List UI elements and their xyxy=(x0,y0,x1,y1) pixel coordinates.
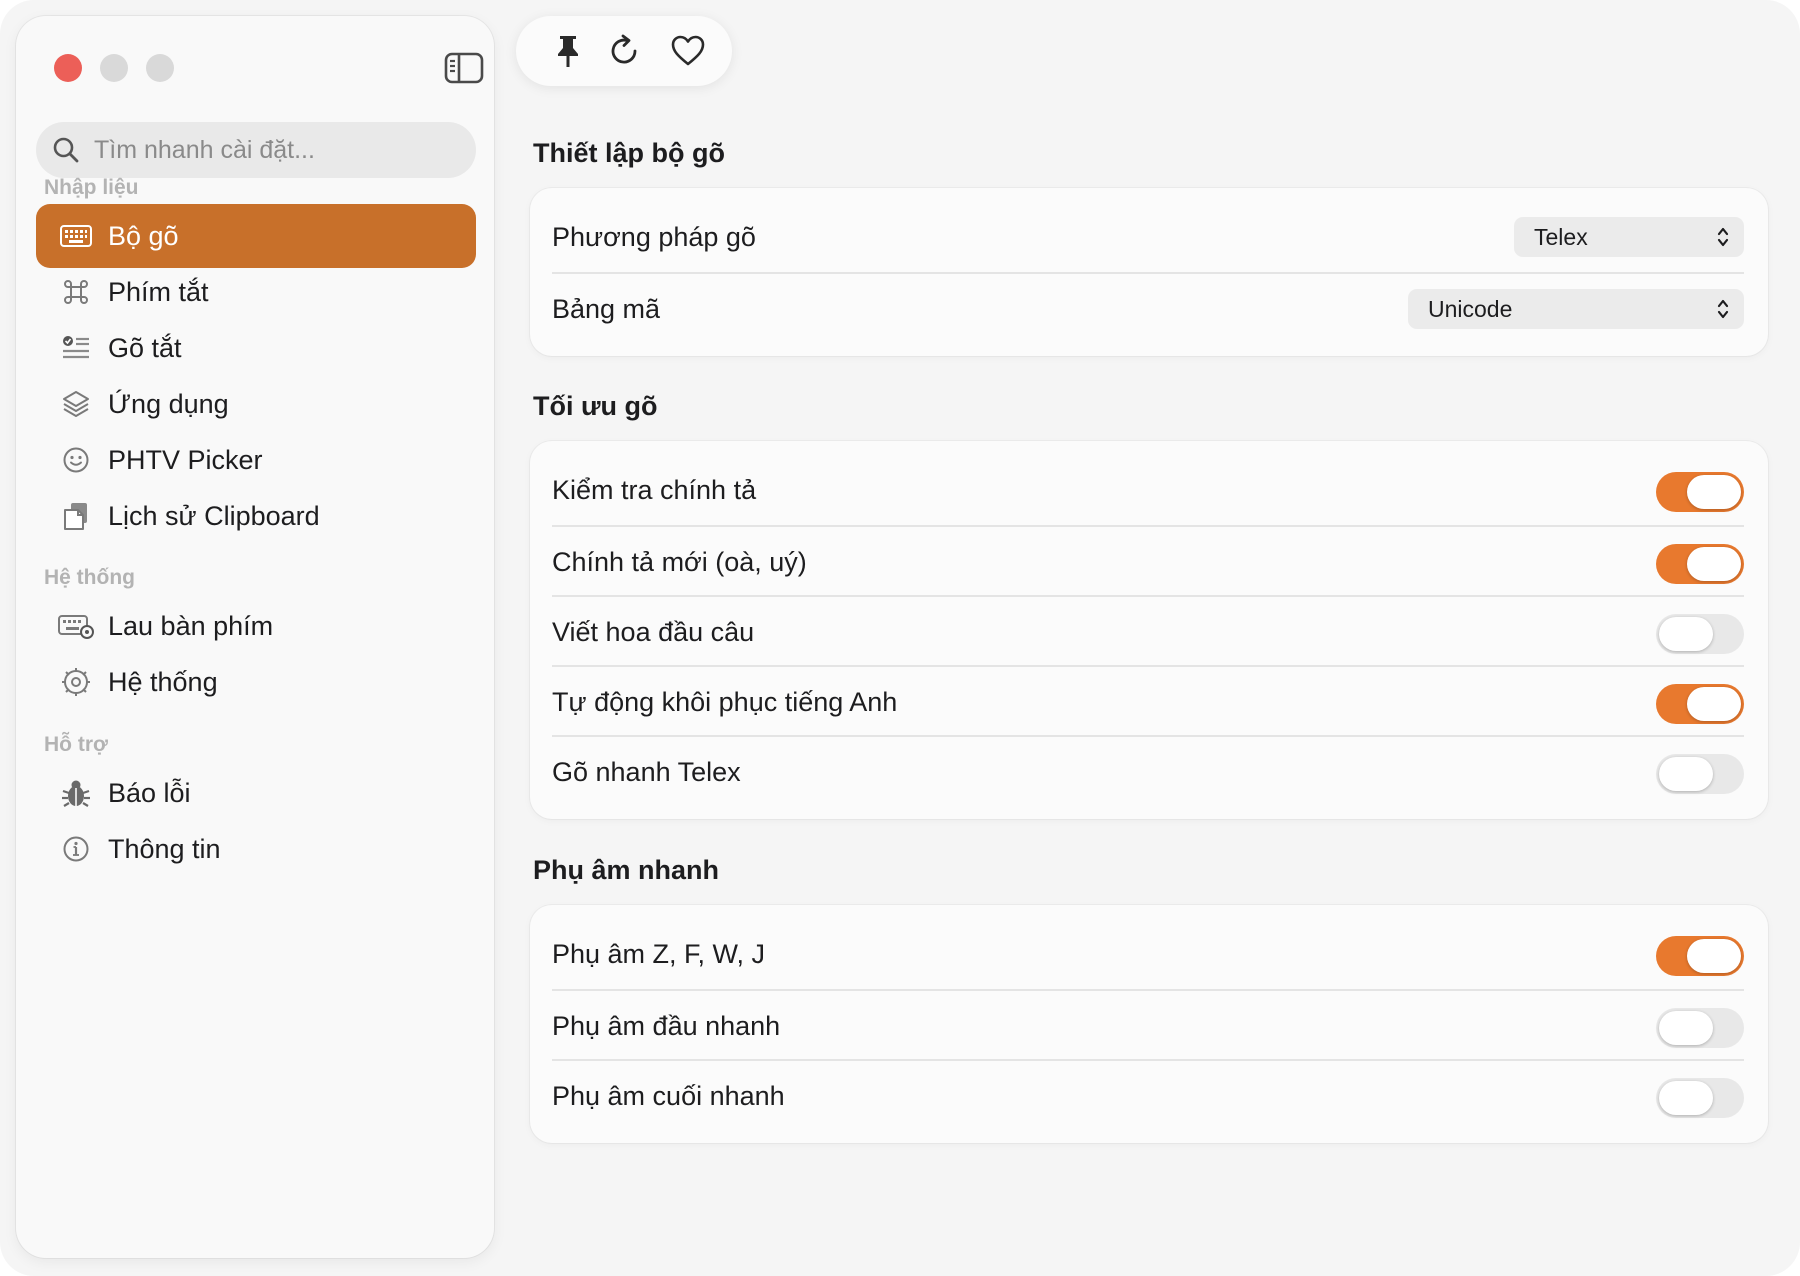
sidebar-item-about[interactable]: Thông tin xyxy=(36,817,476,881)
row-input-method: Phương pháp gõ Telex xyxy=(552,202,1744,272)
group-title-typing-optimization: Tối ưu gõ xyxy=(533,391,658,421)
group-title-typing-setup: Thiết lập bộ gõ xyxy=(533,138,725,168)
toolbar xyxy=(516,16,732,86)
text-list-icon xyxy=(58,330,94,366)
row-label: Phụ âm Z, F, W, J xyxy=(552,938,766,969)
pin-icon[interactable] xyxy=(550,33,586,69)
row-charset: Bảng mã Unicode xyxy=(552,272,1744,344)
sidebar-item-label: PHTV Picker xyxy=(108,444,263,475)
card-typing-optimization: Kiểm tra chính tả Chính tả mới (oà, uý) … xyxy=(530,441,1768,819)
clipboard-icon xyxy=(58,498,94,534)
row-label: Gõ nhanh Telex xyxy=(552,756,741,787)
row-quick-initial-consonant: Phụ âm đầu nhanh xyxy=(552,989,1744,1061)
auto-restore-english-toggle[interactable] xyxy=(1656,684,1744,724)
sidebar-item-label: Hệ thống xyxy=(108,666,218,697)
row-new-spelling: Chính tả mới (oà, uý) xyxy=(552,525,1744,597)
toggle-knob xyxy=(1659,617,1713,651)
row-label: Chính tả mới (oà, uý) xyxy=(552,546,807,577)
sidebar-item-typing[interactable]: Bộ gõ xyxy=(36,204,476,268)
minimize-window-button[interactable] xyxy=(100,54,128,82)
sidebar-item-label: Bộ gõ xyxy=(108,220,179,251)
row-label: Kiểm tra chính tả xyxy=(552,474,757,505)
zoom-window-button[interactable] xyxy=(146,54,174,82)
search-icon xyxy=(52,135,82,165)
quick-final-consonant-toggle[interactable] xyxy=(1656,1078,1744,1118)
search-input[interactable] xyxy=(92,134,466,166)
sidebar: Nhập liệu Bộ gõ Phím tắt Gõ tắt Ứng dụng xyxy=(16,16,494,1258)
sidebar-item-label: Phím tắt xyxy=(108,276,209,307)
sidebar-item-label: Thông tin xyxy=(108,833,221,864)
sidebar-item-clipboard-history[interactable]: Lịch sử Clipboard xyxy=(36,484,476,548)
capitalize-sentence-toggle[interactable] xyxy=(1656,614,1744,654)
row-capitalize-sentence: Viết hoa đầu câu xyxy=(552,595,1744,667)
refresh-icon[interactable] xyxy=(608,33,644,69)
row-auto-restore-english: Tự động khôi phục tiếng Anh xyxy=(552,665,1744,737)
settings-window: Nhập liệu Bộ gõ Phím tắt Gõ tắt Ứng dụng xyxy=(0,0,1800,1276)
row-label: Viết hoa đầu câu xyxy=(552,616,755,647)
row-label: Tự động khôi phục tiếng Anh xyxy=(552,686,898,717)
sidebar-item-text-expansion[interactable]: Gõ tắt xyxy=(36,316,476,380)
sidebar-item-shortcuts[interactable]: Phím tắt xyxy=(36,260,476,324)
sidebar-item-label: Lịch sử Clipboard xyxy=(108,500,320,531)
quick-initial-consonant-toggle[interactable] xyxy=(1656,1008,1744,1048)
command-icon xyxy=(58,274,94,310)
spell-check-toggle[interactable] xyxy=(1656,472,1744,512)
sidebar-item-phtv-picker[interactable]: PHTV Picker xyxy=(36,428,476,492)
toggle-knob xyxy=(1687,939,1741,973)
layers-icon xyxy=(58,386,94,422)
sidebar-item-bug-report[interactable]: Báo lỗi xyxy=(36,761,476,825)
chevron-up-down-icon xyxy=(1717,227,1729,247)
card-quick-consonants: Phụ âm Z, F, W, J Phụ âm đầu nhanh Phụ â… xyxy=(530,905,1768,1143)
section-label-input: Nhập liệu xyxy=(44,176,139,199)
row-spell-check: Kiểm tra chính tả xyxy=(552,455,1744,525)
new-spelling-toggle[interactable] xyxy=(1656,544,1744,584)
bug-icon xyxy=(58,775,94,811)
group-title-quick-consonants: Phụ âm nhanh xyxy=(533,855,720,885)
select-value: Telex xyxy=(1534,223,1588,250)
sidebar-toggle-icon[interactable] xyxy=(444,52,484,84)
sidebar-item-label: Ứng dụng xyxy=(108,388,229,419)
row-label: Phụ âm đầu nhanh xyxy=(552,1010,781,1041)
charset-select[interactable]: Unicode xyxy=(1408,289,1744,329)
toggle-knob xyxy=(1659,1011,1713,1045)
toggle-knob xyxy=(1687,687,1741,721)
card-typing-setup: Phương pháp gõ Telex Bảng mã Unicode xyxy=(530,188,1768,356)
row-quick-telex: Gõ nhanh Telex xyxy=(552,735,1744,807)
sidebar-item-system[interactable]: Hệ thống xyxy=(36,650,476,714)
row-label: Bảng mã xyxy=(552,293,661,324)
consonants-zfwj-toggle[interactable] xyxy=(1656,936,1744,976)
section-label-system: Hệ thống xyxy=(44,566,135,589)
heart-icon[interactable] xyxy=(670,33,706,69)
toggle-knob xyxy=(1687,475,1741,509)
sidebar-item-apps[interactable]: Ứng dụng xyxy=(36,372,476,436)
select-value: Unicode xyxy=(1428,295,1513,322)
toggle-knob xyxy=(1659,757,1713,791)
keyboard-clean-icon xyxy=(58,608,94,644)
quick-telex-toggle[interactable] xyxy=(1656,754,1744,794)
toggle-knob xyxy=(1659,1081,1713,1115)
sidebar-item-keyboard-clean[interactable]: Lau bàn phím xyxy=(36,594,476,658)
gear-icon xyxy=(58,664,94,700)
keyboard-icon xyxy=(58,218,94,254)
row-quick-final-consonant: Phụ âm cuối nhanh xyxy=(552,1059,1744,1131)
sidebar-item-label: Báo lỗi xyxy=(108,777,191,808)
sidebar-item-label: Lau bàn phím xyxy=(108,610,274,641)
chevron-up-down-icon xyxy=(1717,299,1729,319)
section-label-support: Hỗ trợ xyxy=(44,733,108,756)
sidebar-item-label: Gõ tắt xyxy=(108,332,182,363)
search-field[interactable] xyxy=(36,122,476,178)
toggle-knob xyxy=(1687,547,1741,581)
row-label: Phương pháp gõ xyxy=(552,221,756,252)
input-method-select[interactable]: Telex xyxy=(1514,217,1744,257)
info-icon xyxy=(58,831,94,867)
row-label: Phụ âm cuối nhanh xyxy=(552,1080,785,1111)
close-window-button[interactable] xyxy=(54,54,82,82)
smiley-icon xyxy=(58,442,94,478)
row-consonants-zfwj: Phụ âm Z, F, W, J xyxy=(552,919,1744,989)
